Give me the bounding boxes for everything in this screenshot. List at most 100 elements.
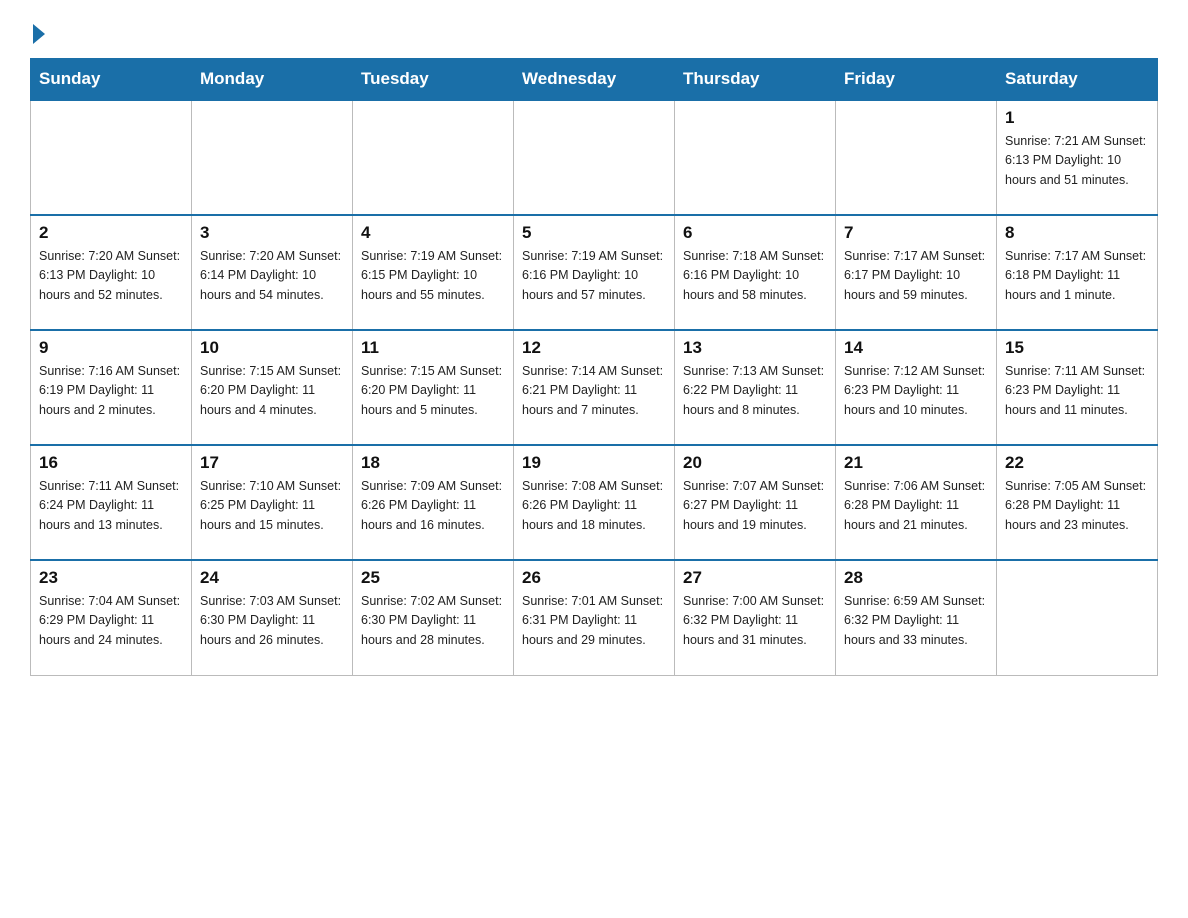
day-info: Sunrise: 7:07 AM Sunset: 6:27 PM Dayligh… xyxy=(683,477,827,535)
day-number: 19 xyxy=(522,453,666,473)
day-info: Sunrise: 7:20 AM Sunset: 6:13 PM Dayligh… xyxy=(39,247,183,305)
calendar-cell: 24 Sunrise: 7:03 AM Sunset: 6:30 PM Dayli… xyxy=(192,560,353,675)
day-info: Sunrise: 7:00 AM Sunset: 6:32 PM Dayligh… xyxy=(683,592,827,650)
day-info: Sunrise: 7:17 AM Sunset: 6:17 PM Dayligh… xyxy=(844,247,988,305)
day-number: 4 xyxy=(361,223,505,243)
day-info: Sunrise: 7:11 AM Sunset: 6:23 PM Dayligh… xyxy=(1005,362,1149,420)
day-info: Sunrise: 7:21 AM Sunset: 6:13 PM Dayligh… xyxy=(1005,132,1149,190)
day-number: 10 xyxy=(200,338,344,358)
day-info: Sunrise: 7:10 AM Sunset: 6:25 PM Dayligh… xyxy=(200,477,344,535)
calendar-cell: 14 Sunrise: 7:12 AM Sunset: 6:23 PM Dayli… xyxy=(836,330,997,445)
day-info: Sunrise: 7:12 AM Sunset: 6:23 PM Dayligh… xyxy=(844,362,988,420)
day-number: 6 xyxy=(683,223,827,243)
logo xyxy=(30,20,45,40)
day-number: 5 xyxy=(522,223,666,243)
day-number: 17 xyxy=(200,453,344,473)
calendar-week-row: 23Sunrise: 7:04 AM Sunset: 6:29 PM Dayli… xyxy=(31,560,1158,675)
day-number: 27 xyxy=(683,568,827,588)
day-info: Sunrise: 7:20 AM Sunset: 6:14 PM Dayligh… xyxy=(200,247,344,305)
calendar-cell: 20 Sunrise: 7:07 AM Sunset: 6:27 PM Dayli… xyxy=(675,445,836,560)
calendar-cell xyxy=(675,100,836,215)
day-number: 15 xyxy=(1005,338,1149,358)
calendar-cell: 10 Sunrise: 7:15 AM Sunset: 6:20 PM Dayli… xyxy=(192,330,353,445)
calendar-cell: 4 Sunrise: 7:19 AM Sunset: 6:15 PM Daylig… xyxy=(353,215,514,330)
calendar-cell: 9 Sunrise: 7:16 AM Sunset: 6:19 PM Daylig… xyxy=(31,330,192,445)
calendar-cell xyxy=(31,100,192,215)
calendar-cell: 28Sunrise: 6:59 AM Sunset: 6:32 PM Dayli… xyxy=(836,560,997,675)
calendar-cell: 27 Sunrise: 7:00 AM Sunset: 6:32 PM Dayli… xyxy=(675,560,836,675)
day-number: 22 xyxy=(1005,453,1149,473)
calendar-week-row: 1 Sunrise: 7:21 AM Sunset: 6:13 PM Daylig… xyxy=(31,100,1158,215)
calendar-cell: 1 Sunrise: 7:21 AM Sunset: 6:13 PM Daylig… xyxy=(997,100,1158,215)
calendar-cell: 26 Sunrise: 7:01 AM Sunset: 6:31 PM Dayli… xyxy=(514,560,675,675)
calendar-cell: 8 Sunrise: 7:17 AM Sunset: 6:18 PM Daylig… xyxy=(997,215,1158,330)
day-info: Sunrise: 7:13 AM Sunset: 6:22 PM Dayligh… xyxy=(683,362,827,420)
day-number: 25 xyxy=(361,568,505,588)
day-number: 11 xyxy=(361,338,505,358)
logo-arrow-icon xyxy=(33,24,45,44)
day-info: Sunrise: 7:15 AM Sunset: 6:20 PM Dayligh… xyxy=(361,362,505,420)
day-of-week-header: Wednesday xyxy=(514,59,675,101)
day-info: Sunrise: 7:06 AM Sunset: 6:28 PM Dayligh… xyxy=(844,477,988,535)
day-number: 20 xyxy=(683,453,827,473)
day-number: 12 xyxy=(522,338,666,358)
calendar-cell: 7 Sunrise: 7:17 AM Sunset: 6:17 PM Daylig… xyxy=(836,215,997,330)
calendar-cell xyxy=(836,100,997,215)
day-info: Sunrise: 7:14 AM Sunset: 6:21 PM Dayligh… xyxy=(522,362,666,420)
day-info: Sunrise: 7:02 AM Sunset: 6:30 PM Dayligh… xyxy=(361,592,505,650)
calendar-cell: 11 Sunrise: 7:15 AM Sunset: 6:20 PM Dayli… xyxy=(353,330,514,445)
day-number: 9 xyxy=(39,338,183,358)
calendar-header-row: SundayMondayTuesdayWednesdayThursdayFrid… xyxy=(31,59,1158,101)
day-info: Sunrise: 7:19 AM Sunset: 6:16 PM Dayligh… xyxy=(522,247,666,305)
calendar-table: SundayMondayTuesdayWednesdayThursdayFrid… xyxy=(30,58,1158,676)
calendar-cell: 16 Sunrise: 7:11 AM Sunset: 6:24 PM Dayli… xyxy=(31,445,192,560)
day-number: 16 xyxy=(39,453,183,473)
calendar-cell xyxy=(514,100,675,215)
calendar-cell: 2 Sunrise: 7:20 AM Sunset: 6:13 PM Daylig… xyxy=(31,215,192,330)
calendar-cell: 25 Sunrise: 7:02 AM Sunset: 6:30 PM Dayli… xyxy=(353,560,514,675)
day-number: 2 xyxy=(39,223,183,243)
calendar-cell: 5 Sunrise: 7:19 AM Sunset: 6:16 PM Daylig… xyxy=(514,215,675,330)
day-info: Sunrise: 7:09 AM Sunset: 6:26 PM Dayligh… xyxy=(361,477,505,535)
day-info: Sunrise: 7:03 AM Sunset: 6:30 PM Dayligh… xyxy=(200,592,344,650)
day-info: Sunrise: 7:04 AM Sunset: 6:29 PM Dayligh… xyxy=(39,592,183,650)
day-info: Sunrise: 7:19 AM Sunset: 6:15 PM Dayligh… xyxy=(361,247,505,305)
day-of-week-header: Sunday xyxy=(31,59,192,101)
day-info: Sunrise: 7:08 AM Sunset: 6:26 PM Dayligh… xyxy=(522,477,666,535)
day-info: Sunrise: 7:01 AM Sunset: 6:31 PM Dayligh… xyxy=(522,592,666,650)
day-number: 21 xyxy=(844,453,988,473)
day-of-week-header: Monday xyxy=(192,59,353,101)
calendar-cell: 21 Sunrise: 7:06 AM Sunset: 6:28 PM Dayli… xyxy=(836,445,997,560)
calendar-cell: 18 Sunrise: 7:09 AM Sunset: 6:26 PM Dayli… xyxy=(353,445,514,560)
day-info: Sunrise: 7:17 AM Sunset: 6:18 PM Dayligh… xyxy=(1005,247,1149,305)
calendar-cell: 23Sunrise: 7:04 AM Sunset: 6:29 PM Dayli… xyxy=(31,560,192,675)
day-number: 1 xyxy=(1005,108,1149,128)
day-number: 14 xyxy=(844,338,988,358)
day-of-week-header: Saturday xyxy=(997,59,1158,101)
day-info: Sunrise: 7:18 AM Sunset: 6:16 PM Dayligh… xyxy=(683,247,827,305)
day-info: Sunrise: 7:16 AM Sunset: 6:19 PM Dayligh… xyxy=(39,362,183,420)
day-of-week-header: Tuesday xyxy=(353,59,514,101)
calendar-cell: 13 Sunrise: 7:13 AM Sunset: 6:22 PM Dayli… xyxy=(675,330,836,445)
day-number: 8 xyxy=(1005,223,1149,243)
calendar-cell: 6 Sunrise: 7:18 AM Sunset: 6:16 PM Daylig… xyxy=(675,215,836,330)
day-of-week-header: Friday xyxy=(836,59,997,101)
day-number: 13 xyxy=(683,338,827,358)
day-info: Sunrise: 7:15 AM Sunset: 6:20 PM Dayligh… xyxy=(200,362,344,420)
calendar-week-row: 16 Sunrise: 7:11 AM Sunset: 6:24 PM Dayli… xyxy=(31,445,1158,560)
calendar-cell: 3 Sunrise: 7:20 AM Sunset: 6:14 PM Daylig… xyxy=(192,215,353,330)
day-info: Sunrise: 7:11 AM Sunset: 6:24 PM Dayligh… xyxy=(39,477,183,535)
day-number: 3 xyxy=(200,223,344,243)
calendar-week-row: 2 Sunrise: 7:20 AM Sunset: 6:13 PM Daylig… xyxy=(31,215,1158,330)
day-number: 28 xyxy=(844,568,988,588)
calendar-cell: 12 Sunrise: 7:14 AM Sunset: 6:21 PM Dayli… xyxy=(514,330,675,445)
day-number: 24 xyxy=(200,568,344,588)
day-number: 7 xyxy=(844,223,988,243)
calendar-cell: 15 Sunrise: 7:11 AM Sunset: 6:23 PM Dayli… xyxy=(997,330,1158,445)
day-number: 26 xyxy=(522,568,666,588)
day-of-week-header: Thursday xyxy=(675,59,836,101)
day-info: Sunrise: 7:05 AM Sunset: 6:28 PM Dayligh… xyxy=(1005,477,1149,535)
calendar-cell: 22 Sunrise: 7:05 AM Sunset: 6:28 PM Dayli… xyxy=(997,445,1158,560)
day-number: 18 xyxy=(361,453,505,473)
calendar-cell xyxy=(192,100,353,215)
